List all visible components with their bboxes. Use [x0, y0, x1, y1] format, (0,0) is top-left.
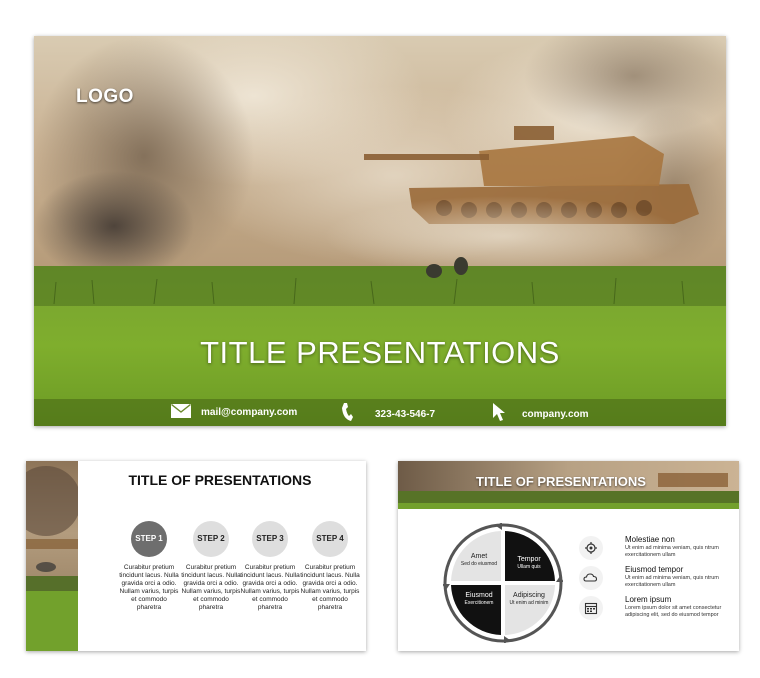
website-text: company.com: [522, 409, 589, 420]
cycle-diagram: [443, 523, 563, 643]
step-3[interactable]: STEP 3 Curabitur pretium tincidunt lacus…: [240, 521, 300, 612]
envelope-icon: [171, 403, 191, 421]
side-photo-strip: [26, 461, 78, 651]
step-1-circle: STEP 1: [131, 521, 167, 557]
legend-title: Molestiae non: [625, 535, 675, 544]
eiusmod-title: Eiusmod: [465, 592, 493, 599]
cycle-slide: TITLE OF PRESENTATIONS Amet Sed do eiusm…: [398, 461, 739, 651]
step-4-text: Curabitur pretium tincidunt lacus. Nulla…: [300, 564, 360, 611]
step-4-circle: STEP 4: [312, 521, 348, 557]
steps-slide: TITLE OF PRESENTATIONS STEP 1 Curabitur …: [26, 461, 366, 651]
eiusmod-sub: Exercitionem: [464, 600, 494, 606]
steps-slide-title: TITLE OF PRESENTATIONS: [128, 472, 312, 488]
tempor-title: Tempor: [517, 556, 541, 563]
adipiscing-sub: Ut enim ad minim: [509, 600, 549, 606]
legend-title: Lorem ipsum: [625, 595, 672, 604]
legend-desc: Ut enim ad minima veniam, quis ntrum exe…: [625, 575, 719, 588]
website-contact[interactable]: company.com: [492, 402, 589, 425]
step-1-text: Curabitur pretium tincidunt lacus. Nulla…: [119, 564, 179, 611]
email-contact[interactable]: mail@company.com: [171, 403, 298, 421]
quadrant-tempor-label: Tempor Ullam quis: [504, 556, 554, 570]
quadrant-amet-label: Amet Sed do eiusmod: [454, 553, 504, 567]
main-title: TITLE PRESENTATIONS: [200, 335, 560, 370]
step-2-circle: STEP 2: [193, 521, 229, 557]
cursor-icon: [492, 402, 506, 425]
step-3-circle: STEP 3: [252, 521, 288, 557]
phone-text: 323-43-546-7: [375, 409, 436, 420]
logo: LOGO: [76, 86, 134, 107]
phone-contact[interactable]: 323-43-546-7: [341, 402, 435, 425]
step-4[interactable]: STEP 4 Curabitur pretium tincidunt lacus…: [300, 521, 360, 612]
legend-desc: Ut enim ad minima veniam, quis ntrum exe…: [625, 545, 719, 558]
footer-bar: mail@company.com 323-43-546-7 company.co…: [34, 399, 726, 426]
cloud-icon: [579, 566, 603, 590]
legend-title: Eiusmod tempor: [625, 565, 684, 574]
amet-title: Amet: [470, 553, 488, 560]
step-3-text: Curabitur pretium tincidunt lacus. Nulla…: [240, 564, 300, 611]
gear-icon: [579, 536, 603, 560]
main-slide: LOGO TITLE PRESENTATIONS mail@company.co…: [34, 36, 726, 426]
step-2-text: Curabitur pretium tincidunt lacus. Nulla…: [181, 564, 241, 611]
step-2[interactable]: STEP 2 Curabitur pretium tincidunt lacus…: [181, 521, 241, 612]
email-text: mail@company.com: [201, 407, 298, 418]
quadrant-adipiscing-label: Adipiscing Ut enim ad minim: [504, 592, 554, 606]
calendar-icon: [579, 596, 603, 620]
legend-desc: Lorem ipsum dolor sit amet consectetur a…: [625, 605, 722, 618]
amet-sub: Sed do eiusmod: [460, 561, 498, 567]
step-1[interactable]: STEP 1 Curabitur pretium tincidunt lacus…: [119, 521, 179, 612]
quadrant-eiusmod-label: Eiusmod Exercitionem: [454, 592, 504, 606]
cycle-slide-title: TITLE OF PRESENTATIONS: [476, 474, 646, 489]
tempor-sub: Ullam quis: [517, 564, 541, 570]
adipiscing-title: Adipiscing: [513, 592, 545, 599]
phone-icon: [341, 402, 353, 425]
